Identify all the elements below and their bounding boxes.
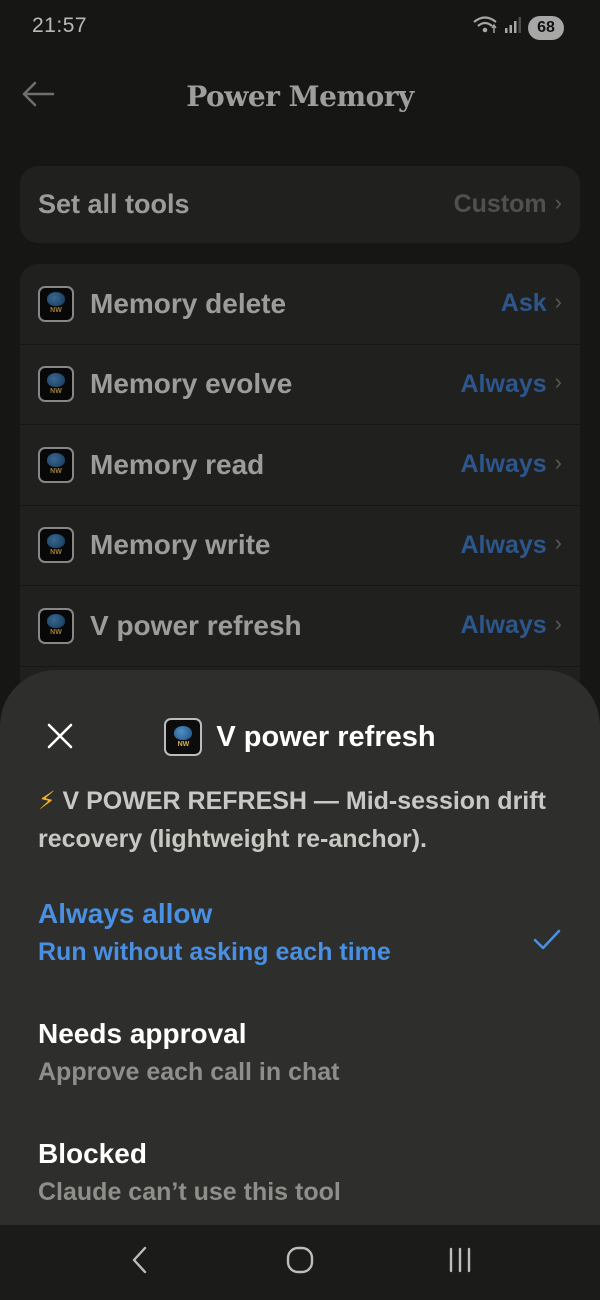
brain-app-icon: NW (38, 366, 74, 403)
nav-home-button[interactable] (270, 1233, 330, 1293)
tool-name: Memory evolve (90, 368, 293, 400)
tool-row-memory-delete[interactable]: NW Memory delete Ask › (20, 264, 580, 345)
option-subtitle: Approve each call in chat (38, 1058, 340, 1086)
signal-icon (504, 16, 522, 39)
set-all-tools-row[interactable]: Set all tools Custom › (20, 166, 580, 243)
status-icons: 68 (472, 15, 564, 40)
home-icon (285, 1245, 315, 1280)
tool-permission-value: Always (460, 611, 547, 640)
option-needs-approval[interactable]: Needs approval Approve each call in chat (38, 1018, 568, 1087)
tool-permission-value: Ask (500, 289, 547, 318)
screen: 21:57 68 Power Memory Set all tools Cust… (0, 0, 600, 1300)
tool-row-memory-evolve[interactable]: NW Memory evolve Always › (20, 345, 580, 425)
tool-name: V power refresh (90, 609, 302, 641)
tool-row-memory-write[interactable]: NW Memory write Always › (20, 506, 580, 586)
nav-back-button[interactable] (110, 1233, 170, 1293)
lightning-icon: ⚡ (38, 787, 56, 815)
set-all-tools-label: Set all tools (38, 189, 190, 219)
tool-permission-value: Always (460, 369, 547, 398)
tool-name: Memory write (90, 529, 271, 561)
tool-row-v-power-refresh[interactable]: NW V power refresh Always › (20, 586, 580, 667)
brain-app-icon: NW (38, 446, 74, 483)
option-blocked[interactable]: Blocked Claude can’t use this tool (38, 1138, 568, 1207)
chevron-right-icon: › (554, 369, 562, 395)
nav-recents-button[interactable] (430, 1233, 490, 1293)
status-bar: 21:57 68 (0, 0, 600, 56)
wifi-icon (472, 15, 498, 40)
tool-permission-value: Always (460, 450, 547, 479)
sheet-title: V power refresh (216, 720, 436, 753)
battery-indicator: 68 (528, 15, 564, 40)
option-subtitle: Run without asking each time (38, 938, 391, 966)
option-title: Needs approval (38, 1018, 247, 1049)
recents-icon (445, 1245, 475, 1280)
permission-bottom-sheet: NW V power refresh ⚡ V POWER REFRESH — M… (0, 670, 600, 1226)
page-title: Power Memory (186, 80, 414, 113)
set-all-tools-value: Custom (453, 190, 547, 218)
brain-app-icon: NW (38, 527, 74, 564)
option-subtitle: Claude can’t use this tool (38, 1178, 341, 1206)
tool-name: Memory delete (90, 287, 287, 319)
tool-row-memory-read[interactable]: NW Memory read Always › (20, 425, 580, 506)
chevron-right-icon: › (554, 288, 562, 314)
brain-app-icon: NW (38, 285, 74, 322)
chevron-right-icon: › (554, 449, 562, 475)
status-time: 21:57 (32, 14, 88, 37)
header: Power Memory (0, 62, 600, 132)
chevron-right-icon: › (554, 610, 562, 636)
sheet-header: NW V power refresh (0, 718, 600, 756)
option-title: Always allow (38, 898, 213, 929)
chevron-right-icon: › (554, 189, 562, 215)
chevron-left-icon (130, 1245, 150, 1280)
option-always-allow[interactable]: Always allow Run without asking each tim… (38, 898, 568, 967)
option-title: Blocked (38, 1138, 147, 1169)
tool-description-text: V POWER REFRESH — Mid-session drift reco… (38, 787, 546, 853)
checkmark-icon (532, 928, 562, 957)
brain-app-icon: NW (38, 607, 74, 644)
tool-permission-value: Always (460, 530, 547, 559)
brain-app-icon: NW (164, 718, 203, 756)
chevron-right-icon: › (554, 530, 562, 556)
system-nav-bar (0, 1225, 600, 1300)
tool-description: ⚡ V POWER REFRESH — Mid-session drift re… (38, 782, 564, 858)
tool-name: Memory read (90, 448, 265, 480)
